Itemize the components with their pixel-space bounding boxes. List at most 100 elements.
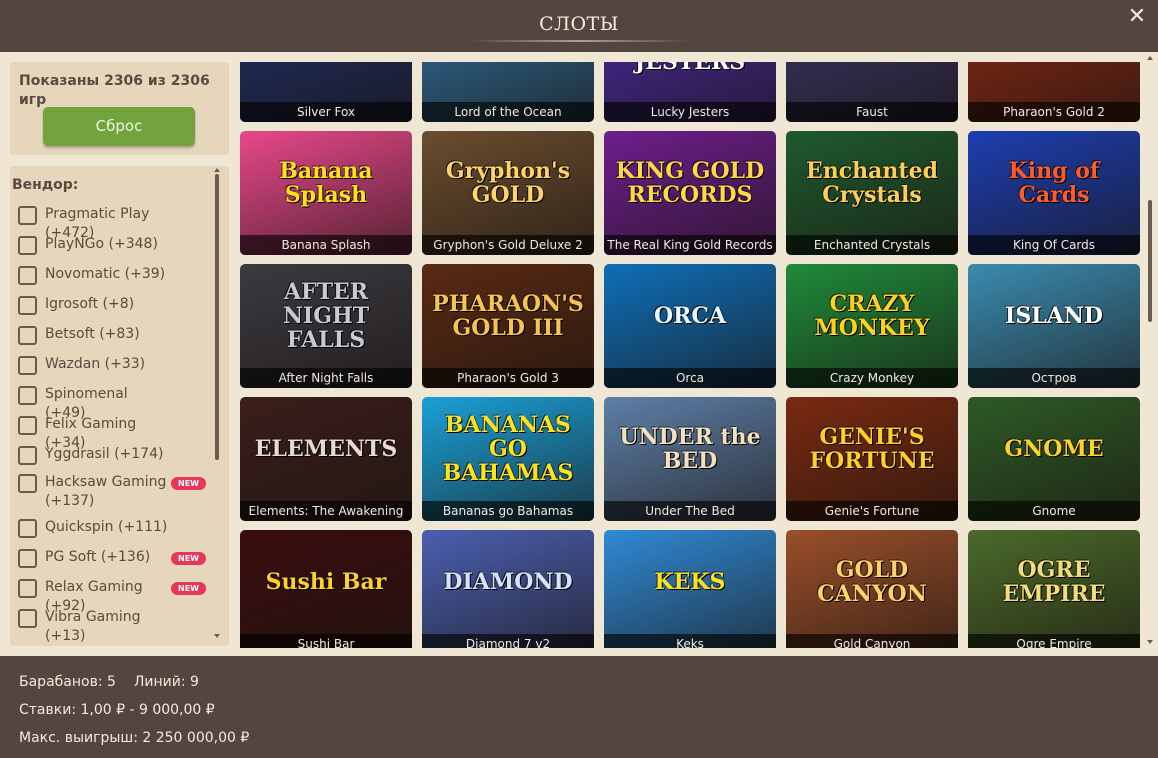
vendor-item[interactable]: Hacksaw Gaming (+137) (18, 473, 169, 511)
new-badge: NEW (171, 552, 206, 565)
game-tile[interactable]: King of Cards King Of Cards (968, 131, 1140, 255)
game-artwork: GENIE'S FORTUNE (809, 424, 935, 474)
game-tile[interactable]: Gryphon's GOLD Gryphon's Gold Deluxe 2 (422, 131, 594, 255)
game-artwork: BANANAS GO BAHAMAS (442, 412, 574, 486)
game-tile[interactable]: DIAMOND Diamond 7 v2 (422, 530, 594, 648)
vendor-checkbox[interactable] (18, 474, 37, 493)
reset-button[interactable]: Сброс (43, 107, 195, 146)
vendor-label: Vibra Gaming (+13) (45, 609, 141, 644)
vendor-checkbox[interactable] (18, 296, 37, 315)
game-artwork: AFTER NIGHT FALLS (282, 279, 370, 353)
game-title: Bananas go Bahamas (422, 501, 594, 521)
game-tile[interactable]: Enchanted Crystals Enchanted Crystals (786, 131, 958, 255)
game-info-footer: Барабанов: 5 Линий: 9 Ставки: 1,00 ₽ - 9 … (0, 656, 1158, 758)
game-tile[interactable]: Banana Splash Banana Splash (240, 131, 412, 255)
game-title: Gnome (968, 501, 1140, 521)
game-tile[interactable]: LUCKY JESTERS Lucky Jesters (604, 62, 776, 122)
game-title: The Real King Gold Records (604, 235, 776, 255)
vendor-checkbox[interactable] (18, 236, 37, 255)
vendor-checkbox[interactable] (18, 206, 37, 225)
game-artwork: GNOME (1004, 436, 1104, 462)
game-tile[interactable]: KING GOLD RECORDS The Real King Gold Reco… (604, 131, 776, 255)
grid-scroll-down-icon[interactable] (1147, 640, 1153, 644)
grid-scroll-up-icon[interactable] (1147, 56, 1153, 60)
game-title: Crazy Monkey (786, 368, 958, 388)
game-tile[interactable]: KEKS Keks (604, 530, 776, 648)
vendor-item[interactable]: PlayNGo (+348) (18, 235, 169, 255)
game-tile[interactable]: AFTER NIGHT FALLS After Night Falls (240, 264, 412, 388)
game-artwork: Banana Splash (279, 158, 373, 208)
vendor-scrollbar[interactable] (215, 174, 219, 460)
game-tile[interactable]: ISLAND Остров (968, 264, 1140, 388)
modal-header: СЛОТЫ ✕ (0, 0, 1158, 52)
game-tile[interactable]: GOLD CANYON Gold Canyon (786, 530, 958, 648)
vendor-checkbox[interactable] (18, 446, 37, 465)
vendor-checkbox[interactable] (18, 579, 37, 598)
vendor-checkbox[interactable] (18, 416, 37, 435)
game-tile[interactable]: ELEMENTS Elements: The Awakening (240, 397, 412, 521)
game-tile[interactable]: GNOME Gnome (968, 397, 1140, 521)
vendor-checkbox[interactable] (18, 356, 37, 375)
game-tile[interactable]: CRAZY MONKEY Crazy Monkey (786, 264, 958, 388)
game-tile[interactable]: UNDER the BED Under The Bed (604, 397, 776, 521)
vendor-item[interactable]: Vibra Gaming (+13) (18, 608, 169, 646)
game-title: Gryphon's Gold Deluxe 2 (422, 235, 594, 255)
scroll-down-icon[interactable] (214, 634, 220, 638)
game-title: Faust (786, 102, 958, 122)
game-tile[interactable]: SILVER FOXSilver Fox (240, 62, 412, 122)
vendor-label: Quickspin (+111) (45, 519, 168, 535)
game-artwork: UNDER the BED (619, 424, 761, 474)
game-title: After Night Falls (240, 368, 412, 388)
game-title: Ogre Empire (968, 634, 1140, 648)
game-title: Enchanted Crystals (786, 235, 958, 255)
vendor-label: Wazdan (+33) (45, 356, 146, 372)
vendor-label: Betsoft (+83) (45, 326, 140, 342)
grid-scrollbar[interactable] (1148, 200, 1152, 322)
game-tile[interactable]: Faust (786, 62, 958, 122)
vendor-checkbox[interactable] (18, 549, 37, 568)
vendor-item[interactable]: Yggdrasil (+174) (18, 445, 169, 465)
vendor-label: PlayNGo (+348) (45, 236, 158, 252)
game-title: Banana Splash (240, 235, 412, 255)
bets-range: Ставки: 1,00 ₽ - 9 000,00 ₽ (19, 702, 215, 718)
game-artwork: Sushi Bar (265, 569, 387, 595)
game-tile[interactable]: GOLD IIPharaon's Gold 2 (968, 62, 1140, 122)
results-count: Показаны 2306 из 2306 игр (19, 73, 210, 108)
game-artwork: GOLD CANYON (817, 557, 927, 607)
game-tile[interactable]: Lord of the Ocean (422, 62, 594, 122)
game-tile[interactable]: BANANAS GO BAHAMAS Bananas go Bahamas (422, 397, 594, 521)
vendor-filter-title: Вендор: (12, 177, 79, 193)
game-artwork: LUCKY JESTERS (634, 62, 746, 75)
vendor-item[interactable]: Betsoft (+83) (18, 325, 169, 345)
vendor-item[interactable]: PG Soft (+136) (18, 548, 169, 568)
game-title: King Of Cards (968, 235, 1140, 255)
vendor-filter-panel: Вендор: Pragmatic Play (+472) PlayNGo (+3… (10, 166, 229, 646)
title-underline (468, 40, 690, 42)
game-artwork: GOLD II (968, 62, 1140, 102)
vendor-checkbox[interactable] (18, 609, 37, 628)
game-tile[interactable]: OGRE EMPIRE Ogre Empire (968, 530, 1140, 648)
game-tile[interactable]: GENIE'S FORTUNE Genie's Fortune (786, 397, 958, 521)
game-tile[interactable]: Sushi Bar Sushi Bar (240, 530, 412, 648)
game-tile[interactable]: PHARAON'S GOLD III Pharaon's Gold 3 (422, 264, 594, 388)
close-icon[interactable]: ✕ (1126, 6, 1148, 28)
vendor-checkbox[interactable] (18, 386, 37, 405)
game-artwork: King of Cards (1008, 158, 1100, 208)
vendor-item[interactable]: Novomatic (+39) (18, 265, 169, 285)
game-title: Diamond 7 v2 (422, 634, 594, 648)
vendor-item[interactable]: Quickspin (+111) (18, 518, 169, 538)
game-title: Gold Canyon (786, 634, 958, 648)
game-artwork: Gryphon's GOLD (445, 158, 571, 208)
game-tile[interactable]: ORCA Orca (604, 264, 776, 388)
game-title: Elements: The Awakening (240, 501, 412, 521)
game-title: Silver Fox (240, 102, 412, 122)
vendor-item[interactable]: Wazdan (+33) (18, 355, 169, 375)
vendor-item[interactable]: Igrosoft (+8) (18, 295, 169, 315)
vendor-checkbox[interactable] (18, 519, 37, 538)
vendor-checkbox[interactable] (18, 326, 37, 345)
scroll-up-icon[interactable] (214, 168, 220, 172)
vendor-checkbox[interactable] (18, 266, 37, 285)
vendor-label: Yggdrasil (+174) (45, 446, 164, 462)
game-artwork: SILVER FOX (240, 62, 412, 102)
vendor-label: Novomatic (+39) (45, 266, 166, 282)
